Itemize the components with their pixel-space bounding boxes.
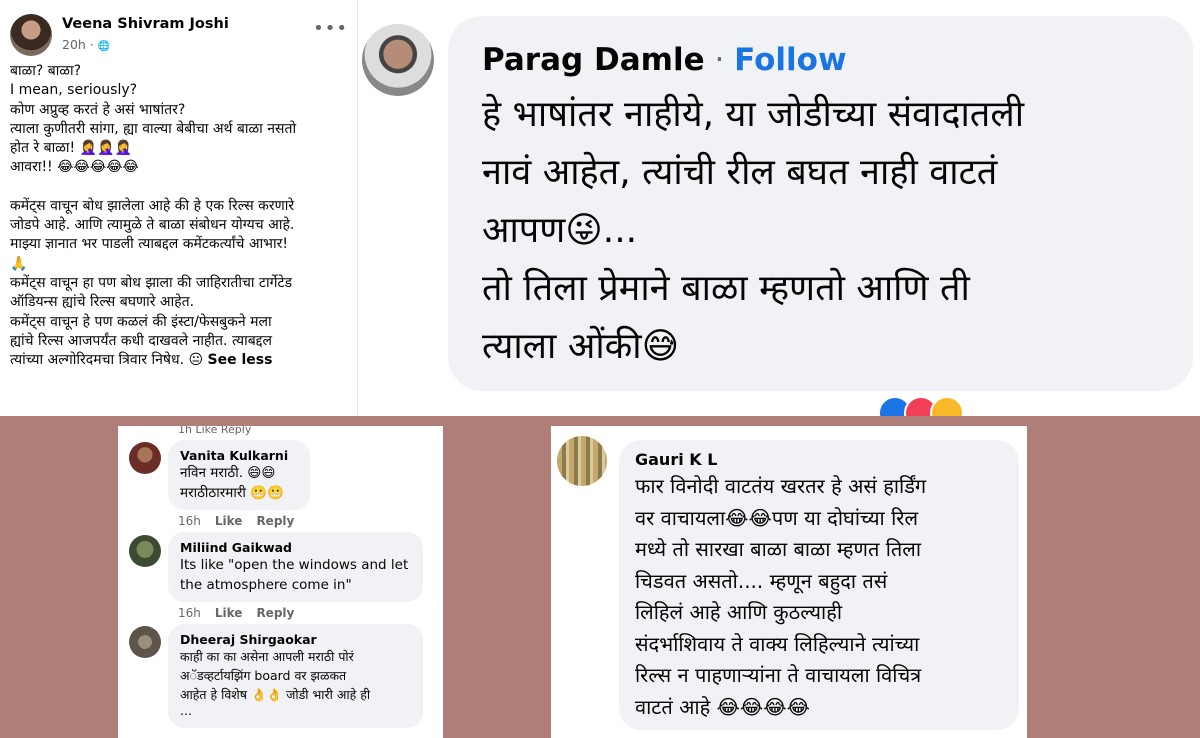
post-line: कोण अप्रुव्ह करतं हे असं भाषांतर? xyxy=(10,101,186,118)
commenter-name[interactable]: Parag Damle xyxy=(482,42,705,78)
comment-actions: 16h Like Reply xyxy=(178,606,294,620)
globe-icon: 🌐 xyxy=(97,41,111,52)
commenter-name[interactable]: Dheeraj Shirgaokar xyxy=(180,632,411,647)
comment-time[interactable]: 16h xyxy=(178,606,201,620)
comment-line: वाटतं आहे 😂😂😂😂 xyxy=(635,694,811,719)
facebook-post: Veena Shivram Joshi 20h · 🌐 ••• बाळा? बा… xyxy=(0,0,358,416)
post-line: माझ्या ज्ञानात भर पाडली त्याबद्दल कमेंटक… xyxy=(10,236,288,253)
post-line-text: त्यांच्या अल्गोरिदमचा त्रिवार निषेध. 😐 xyxy=(10,352,208,369)
post-line: कमेंट्स वाचून बोध झालेला आहे की हे एक रि… xyxy=(10,197,295,214)
commenter-avatar[interactable] xyxy=(129,535,161,567)
comment-text: हे भाषांतर नाहीये, या जोडीच्या संवादातली… xyxy=(482,86,1159,376)
comment-text: फार विनोदी वाटतंय खरतर हे असं हार्डिंग व… xyxy=(635,471,1003,723)
comment-line: फार विनोदी वाटतंय खरतर हे असं हार्डिंग xyxy=(635,474,927,498)
commenter-name[interactable]: Miliind Gaikwad xyxy=(180,540,411,555)
commenter-avatar[interactable] xyxy=(362,24,434,96)
comment-bubble: Dheeraj Shirgaokar काही का का असेना आपली… xyxy=(168,624,423,728)
like-button[interactable]: Like xyxy=(215,606,243,620)
post-line: त्याला कुणीतरी सांगा, ह्या वाल्या बेबीचा… xyxy=(10,120,297,137)
comment-line: आहेत हे विशेष 👌👌 जोडी भारी आहे ही xyxy=(180,687,371,702)
reply-button[interactable]: Reply xyxy=(256,606,294,620)
cut-off-actions: 1h Like Reply xyxy=(178,426,252,436)
comment-line: ... xyxy=(180,703,192,718)
comment-line: काही का का असेना आपली मराठी पोरं xyxy=(180,649,354,664)
post-line: त्यांच्या अल्गोरिदमचा त्रिवार निषेध. 😐 S… xyxy=(10,351,355,370)
comment-line: लिहिलं आहे आणि कुठल्याही xyxy=(635,600,843,624)
comment-bubble: Gauri K L फार विनोदी वाटतंय खरतर हे असं … xyxy=(619,440,1019,730)
reply-button[interactable]: Reply xyxy=(256,514,294,528)
separator-dot: · xyxy=(704,42,735,78)
post-time[interactable]: 20h · xyxy=(62,37,98,52)
comment-line: मराठीठारमारी 😬😬 xyxy=(180,485,284,501)
comment-line: the atmosphere come in" xyxy=(180,577,352,593)
post-line: I mean, seriously? xyxy=(10,82,138,99)
comment-line: अॅडव्हर्टायझिंग board वर झळकत xyxy=(180,668,347,683)
follow-button[interactable]: Follow xyxy=(734,42,846,78)
comment-line: नावं आहेत, त्यांची रील बघत नाही वाटतं xyxy=(482,152,998,193)
comment-line: Its like "open the windows and let xyxy=(180,557,409,573)
post-line: 🙏 xyxy=(10,255,28,272)
post-spacer xyxy=(10,178,355,197)
haha-reaction-icon xyxy=(930,396,964,416)
commenter-name[interactable]: Vanita Kulkarni xyxy=(180,448,298,463)
author-avatar[interactable] xyxy=(10,14,52,56)
commenter-avatar[interactable] xyxy=(557,436,607,486)
comments-panel: 1h Like Reply Vanita Kulkarni नविन मराठी… xyxy=(118,426,443,738)
like-button[interactable]: Like xyxy=(215,514,243,528)
post-line: ह्यांचे रिल्स आजपर्यंत कधी दाखवले नाहीत.… xyxy=(10,332,273,349)
post-header: Veena Shivram Joshi 20h · 🌐 ••• xyxy=(10,14,350,58)
post-line: ऑडियन्स ह्यांचे रिल्स बघणारे आहेत. xyxy=(10,294,195,311)
post-line: कमेंट्स वाचून हे पण कळलं की इंस्टा/फेसबु… xyxy=(10,313,272,330)
gauri-comment-panel: Gauri K L फार विनोदी वाटतंय खरतर हे असं … xyxy=(551,426,1027,738)
zoomed-comment: Parag Damle · Follow हे भाषांतर नाहीये, … xyxy=(358,0,1200,416)
post-line: होत रे बाळा! 🤦‍♀️🤦‍♀️🤦‍♀️ xyxy=(10,140,132,157)
post-line: बाळा? बाळा? xyxy=(10,63,82,79)
commenter-avatar[interactable] xyxy=(129,442,161,474)
author-name[interactable]: Veena Shivram Joshi xyxy=(62,16,229,32)
post-body: बाळा? बाळा? I mean, seriously? कोण अप्रु… xyxy=(10,62,355,370)
post-meta: 20h · 🌐 xyxy=(62,37,110,52)
comment-line: चिडवत असतो.... म्हणून बहुदा तसं xyxy=(635,568,888,593)
comment-line: मध्ये तो सारखा बाळा बाळा म्हणत तिला xyxy=(635,537,922,561)
comment-line: आपण😜... xyxy=(482,210,638,251)
comment-header: Parag Damle · Follow xyxy=(482,42,1159,78)
comment-actions: 16h Like Reply xyxy=(178,514,294,528)
post-line: जोडपे आहे. आणि त्यामुळे ते बाळा संबोधन य… xyxy=(10,217,295,234)
comment-bubble: Miliind Gaikwad Its like "open the windo… xyxy=(168,532,423,602)
reaction-cluster[interactable] xyxy=(878,396,1018,416)
post-line: आवरा!! 😂😂😂😂😂 xyxy=(10,159,139,176)
comment-bubble: Vanita Kulkarni नविन मराठी. 😄😄 मराठीठारम… xyxy=(168,440,310,510)
comment-time[interactable]: 16h xyxy=(178,514,201,528)
comment-line: नविन मराठी. 😄😄 xyxy=(180,465,276,481)
comment-line: वर वाचायला😂😂पण या दोघांच्या रिल xyxy=(635,505,919,530)
comment-bubble: Parag Damle · Follow हे भाषांतर नाहीये, … xyxy=(448,16,1193,391)
post-line: कमेंट्स वाचून हा पण बोध झाला की जाहिराती… xyxy=(10,274,293,291)
commenter-avatar[interactable] xyxy=(129,626,161,658)
see-less-link[interactable]: See less xyxy=(208,352,273,368)
commenter-name[interactable]: Gauri K L xyxy=(635,450,1003,469)
comment-line: हे भाषांतर नाहीये, या जोडीच्या संवादातली xyxy=(482,94,1025,135)
comment-line: संदर्भाशिवाय ते वाक्य लिहिल्याने त्यांच्… xyxy=(635,631,920,656)
comment-line: तो तिला प्रेमाने बाळा म्हणतो आणि ती xyxy=(482,268,970,309)
more-options-icon[interactable]: ••• xyxy=(313,18,348,39)
comment-line: त्याला ओंकी😅 xyxy=(482,326,680,367)
comment-line: रिल्स न पाहणाऱ्यांना ते वाचायला विचित्र xyxy=(635,663,922,687)
